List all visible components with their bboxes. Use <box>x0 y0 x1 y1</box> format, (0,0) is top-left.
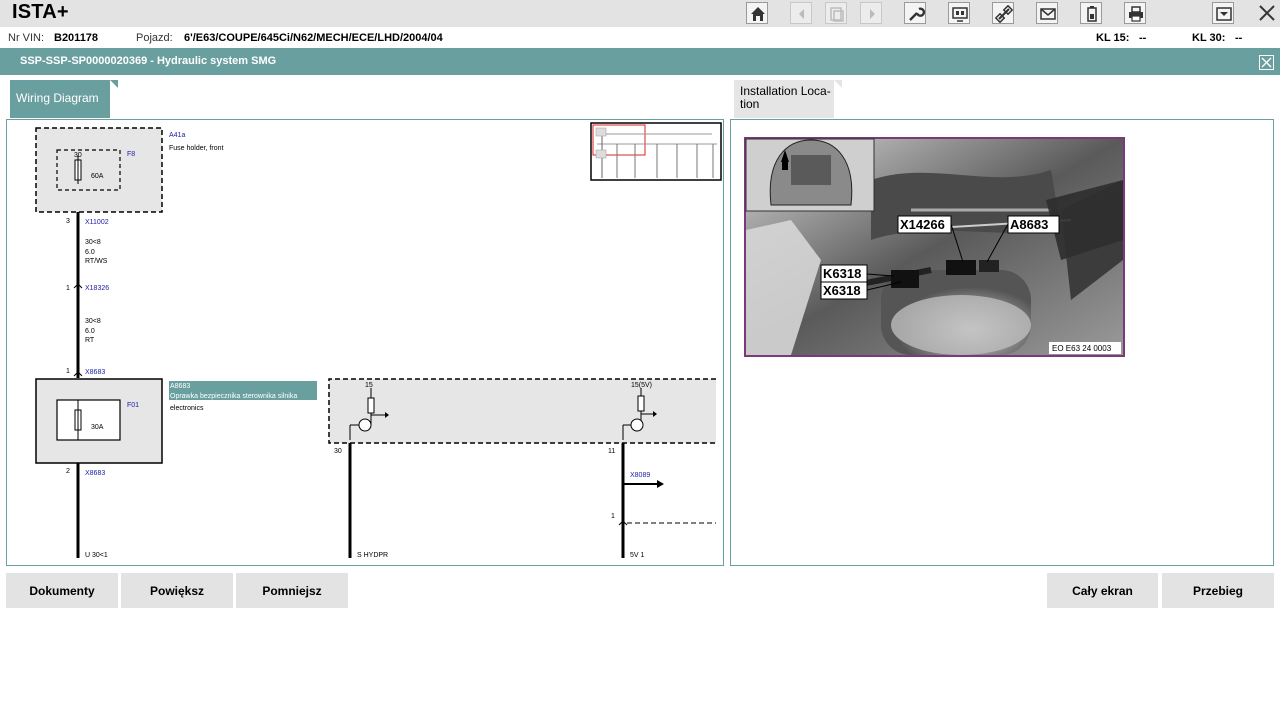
zoom-out-button[interactable]: Pomniejsz <box>236 573 348 608</box>
wire1-c: RT/WS <box>85 258 108 265</box>
tab-install-label: Installation Loca-tion <box>740 84 831 111</box>
transistor-2 <box>630 418 644 432</box>
connector-x8683-bottom: X8683 <box>85 470 105 477</box>
pin-1b: 1 <box>66 368 70 375</box>
fuse-f01-box <box>56 399 121 441</box>
connector-x14266 <box>946 260 976 275</box>
vehicle-info-bar: Nr VIN: B201178 Pojazd: 6'/E63/COUPE/645… <box>0 27 1280 48</box>
vin-label: Nr VIN: <box>8 32 45 44</box>
wiring-diagram-panel[interactable]: 30 60A F8 A41a Fuse holder, front 3 X110… <box>6 119 724 566</box>
component-a41a-id: A41a <box>169 132 185 139</box>
close-icon[interactable] <box>1257 3 1277 23</box>
sequence-button[interactable]: Przebieg <box>1162 573 1274 608</box>
documents-button[interactable]: Dokumenty <box>6 573 118 608</box>
back-icon[interactable] <box>790 2 812 24</box>
resistor-1 <box>367 397 375 414</box>
fuse-f8-pin: 30 <box>74 152 82 159</box>
connector-x11002: X11002 <box>85 219 109 226</box>
bottom-label-3: 5V 1 <box>630 552 645 559</box>
component-a41a-desc: Fuse holder, front <box>169 145 224 152</box>
print-preview-icon[interactable] <box>825 2 847 24</box>
mail-icon[interactable] <box>1036 2 1058 24</box>
installation-photo[interactable]: X14266 A8683 K6318 X6318 EO E63 24 0003 <box>731 120 1273 565</box>
fuse-f01-rating: 30A <box>91 424 104 431</box>
fuse-f01-id: F01 <box>127 402 139 409</box>
resistor-2 <box>637 395 645 412</box>
component-a8683-desc: Oprawka bezpiecznika sterownika silnika <box>170 393 297 400</box>
document-title-bar: SSP-SSP-SP0000020369 - Hydraulic system … <box>0 48 1280 75</box>
fullscreen-button[interactable]: Cały ekran <box>1047 573 1158 608</box>
transistor-1-label: 15 <box>365 382 373 389</box>
app-title: ISTA+ <box>12 1 69 23</box>
tab-installation-location[interactable]: Installation Loca-tion <box>734 80 842 118</box>
vehicle-test-icon[interactable] <box>948 2 970 24</box>
pin-2: 2 <box>66 468 70 475</box>
wire2-c: RT <box>85 337 95 344</box>
kl30-value: -- <box>1235 32 1243 44</box>
vehicle-label: Pojazd: <box>136 32 173 44</box>
pin-3: 3 <box>66 218 70 225</box>
wire2-a: 30<8 <box>85 318 101 325</box>
svg-text:X14266: X14266 <box>900 217 945 232</box>
fuse-f8-rating: 60A <box>91 173 104 180</box>
transistor-2-label: 15(5V) <box>631 382 652 389</box>
tab-wiring-diagram[interactable]: Wiring Diagram <box>10 80 118 118</box>
svg-text:A8683: A8683 <box>1010 217 1048 232</box>
wiring-diagram[interactable]: 30 60A F8 A41a Fuse holder, front 3 X110… <box>7 120 723 565</box>
bottom-label-2: S HYDPR <box>357 552 388 559</box>
diagram-overview-thumbnail[interactable] <box>590 122 722 181</box>
kl15-value: -- <box>1139 32 1147 44</box>
connector-x18326: X18326 <box>85 285 109 292</box>
control-unit-box <box>328 378 716 444</box>
wrench-icon[interactable] <box>904 2 926 24</box>
document-title: SSP-SSP-SP0000020369 - Hydraulic system … <box>20 55 277 67</box>
component-a8683-id: A8683 <box>170 383 190 390</box>
wire2-b: 6.0 <box>85 328 95 335</box>
fuse-holder-front-box <box>35 127 163 213</box>
svg-text:X6318: X6318 <box>823 283 861 298</box>
photo-caption: EO E63 24 0003 <box>1052 344 1112 353</box>
installation-location-panel: X14266 A8683 K6318 X6318 EO E63 24 0003 <box>730 119 1274 566</box>
zoom-in-button[interactable]: Powiększ <box>121 573 233 608</box>
top-toolbar: ISTA+ <box>0 0 1280 27</box>
svg-text:K6318: K6318 <box>823 266 861 281</box>
kl30-label: KL 30: <box>1192 32 1226 44</box>
kl15-label: KL 15: <box>1096 32 1130 44</box>
connector-x8683-top: X8683 <box>85 369 105 376</box>
pin-30: 30 <box>334 448 342 455</box>
vin-value: B201178 <box>54 32 99 44</box>
pin-1a: 1 <box>66 285 70 292</box>
close-document-icon[interactable] <box>1259 55 1274 70</box>
dropdown-icon[interactable] <box>1212 2 1234 24</box>
fuse-f8-id: F8 <box>127 151 135 158</box>
pin-11: 11 <box>608 448 615 455</box>
component-a8683-desc2: electronics <box>170 405 204 412</box>
print-icon[interactable] <box>1124 2 1146 24</box>
vehicle-value: 6'/E63/COUPE/645Ci/N62/MECH/ECE/LHD/2004… <box>184 32 443 44</box>
home-icon[interactable] <box>746 2 768 24</box>
battery-icon[interactable] <box>1080 2 1102 24</box>
pin-1c: 1 <box>611 513 615 520</box>
transistor-1 <box>358 418 372 432</box>
connection-icon[interactable] <box>992 2 1014 24</box>
wire1-b: 6.0 <box>85 249 95 256</box>
connector-x8089: X8089 <box>630 472 650 479</box>
tab-wiring-label: Wiring Diagram <box>16 91 99 105</box>
wire1-a: 30<8 <box>85 239 101 246</box>
bottom-label-1: U 30<1 <box>85 552 108 559</box>
connector-k6318 <box>891 270 919 288</box>
forward-icon[interactable] <box>860 2 882 24</box>
